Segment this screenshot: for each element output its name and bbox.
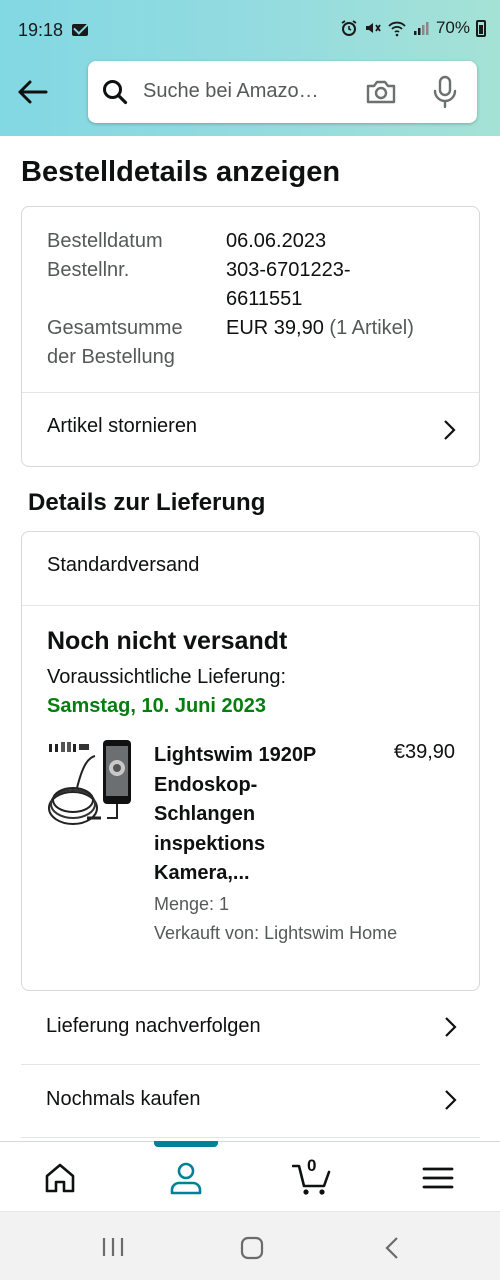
product-title-line: Lightswim 1920P — [154, 744, 317, 766]
buy-again-label: Nochmals kaufen — [46, 1088, 201, 1110]
product-thumbnail[interactable] — [47, 738, 133, 838]
product-price: €39,90 — [393, 741, 455, 763]
home-icon[interactable] — [40, 1160, 80, 1196]
recent-apps-icon[interactable] — [100, 1236, 126, 1258]
battery-percent: 70% — [435, 18, 470, 37]
system-back-icon[interactable] — [384, 1236, 400, 1260]
status-bar: 19:18 70% — [0, 0, 500, 60]
order-date-label: Bestelldatum — [47, 230, 163, 252]
cancel-items-row[interactable]: Artikel stornieren — [22, 393, 479, 467]
product-title-line: inspektions — [154, 832, 266, 855]
eta-date: Samstag, 10. Juni 2023 — [47, 695, 267, 717]
track-delivery-row[interactable]: Lieferung nachverfolgen — [21, 992, 480, 1065]
status-icons: 70% — [340, 18, 486, 38]
order-item-count: (1 Artikel) — [329, 317, 414, 339]
divider — [22, 605, 479, 606]
shipping-type: Standardversand — [47, 554, 200, 576]
order-date-value: 06.06.2023 — [226, 230, 327, 252]
delivery-section-title: Details zur Lieferung — [28, 489, 266, 516]
product-seller: Verkauft von: Lightswim Home — [154, 923, 398, 943]
order-total-label-line1: Gesamtsumme — [47, 317, 183, 339]
order-total-value: EUR 39,90 (1 Artikel) — [226, 314, 466, 343]
signal-icon — [413, 22, 429, 35]
track-delivery-label: Lieferung nachverfolgen — [46, 1015, 261, 1037]
back-arrow-icon[interactable] — [12, 72, 52, 112]
microphone-icon[interactable] — [430, 74, 460, 110]
product-title[interactable]: Lightswim 1920P Endoskop- Schlangen insp… — [154, 741, 344, 889]
page-title: Bestelldetails anzeigen — [21, 156, 341, 188]
active-tab-indicator — [154, 1141, 218, 1147]
wifi-icon — [388, 21, 406, 37]
order-total-label-line2: der Bestellung — [47, 346, 175, 368]
alarm-icon — [341, 20, 357, 36]
home-button-icon[interactable] — [240, 1236, 264, 1260]
chevron-right-icon — [445, 1090, 457, 1110]
shipment-status: Noch nicht versandt — [47, 627, 288, 655]
cancel-items-label: Artikel stornieren — [47, 415, 198, 437]
order-summary-card: Bestelldatum 06.06.2023 Bestellnr. 303-6… — [21, 206, 480, 467]
product-title-line: Schlangen — [154, 803, 256, 825]
camera-icon[interactable] — [364, 75, 398, 109]
header-bar: 19:18 70% Suche bei Amazo… — [0, 0, 500, 136]
order-number-value-line1: 303-6701223- — [226, 259, 351, 281]
order-number-label: Bestellnr. — [47, 259, 130, 281]
mail-notification-icon — [72, 24, 88, 36]
menu-icon[interactable] — [418, 1160, 458, 1196]
bottom-navigation: 0 — [0, 1141, 500, 1211]
cart-button[interactable]: 0 — [292, 1156, 332, 1196]
system-navigation-bar — [0, 1211, 500, 1280]
buy-again-row[interactable]: Nochmals kaufen — [21, 1065, 480, 1138]
delivery-card: Standardversand Noch nicht versandt Vora… — [21, 531, 480, 991]
chevron-right-icon — [444, 420, 456, 440]
search-icon — [103, 80, 128, 105]
account-icon[interactable] — [166, 1160, 206, 1196]
order-number-value-line2: 6611551 — [226, 288, 303, 310]
product-title-line: Kamera,... — [154, 862, 250, 884]
eta-label: Voraussichtliche Lieferung: — [47, 666, 287, 688]
search-input[interactable]: Suche bei Amazo… — [143, 80, 353, 103]
battery-icon — [476, 19, 486, 37]
mute-icon — [365, 23, 381, 33]
product-title-line: Endoskop- — [154, 773, 258, 796]
search-bar[interactable]: Suche bei Amazo… — [88, 61, 477, 123]
cart-count-badge: 0 — [307, 1156, 317, 1175]
chevron-right-icon — [445, 1017, 457, 1037]
status-time: 19:18 — [18, 20, 64, 40]
product-quantity: Menge: 1 — [154, 894, 230, 914]
order-total-amount: EUR 39,90 — [226, 317, 324, 339]
